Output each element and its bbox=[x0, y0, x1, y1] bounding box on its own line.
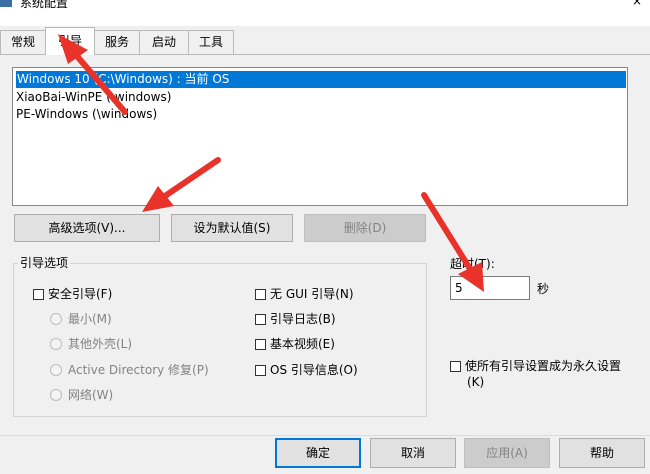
safe-boot-label: 安全引导(F) bbox=[48, 287, 113, 301]
footer-divider bbox=[0, 435, 650, 436]
checkbox-box[interactable] bbox=[255, 365, 266, 376]
timeout-label: 超时(T): bbox=[450, 257, 495, 271]
tab-boot[interactable]: 引导 bbox=[45, 27, 95, 55]
radio-button[interactable] bbox=[50, 389, 62, 401]
close-icon[interactable]: × bbox=[632, 0, 642, 8]
checkbox-box[interactable] bbox=[33, 289, 44, 300]
list-item-xiaobai-winpe[interactable]: XiaoBai-WinPE (\windows) bbox=[16, 89, 171, 106]
timeout-input[interactable]: 5 bbox=[450, 276, 530, 300]
app-icon bbox=[0, 0, 12, 7]
ok-button[interactable]: 确定 bbox=[275, 438, 361, 468]
radio-network-label: 网络(W) bbox=[68, 388, 114, 402]
boot-log-label: 引导日志(B) bbox=[270, 312, 336, 326]
tab-services[interactable]: 服务 bbox=[94, 30, 140, 54]
radio-minimal[interactable]: 最小(M) bbox=[50, 311, 112, 327]
help-button[interactable]: 帮助 bbox=[559, 438, 645, 468]
safe-boot-checkbox[interactable]: 安全引导(F) bbox=[33, 286, 112, 302]
cancel-button[interactable]: 取消 bbox=[370, 438, 456, 468]
os-boot-info-checkbox[interactable]: OS 引导信息(O) bbox=[255, 362, 358, 378]
os-boot-info-label: OS 引导信息(O) bbox=[270, 363, 358, 377]
no-gui-boot-label: 无 GUI 引导(N) bbox=[270, 287, 354, 301]
boot-log-checkbox[interactable]: 引导日志(B) bbox=[255, 311, 336, 327]
radio-ad-repair-label: Active Directory 修复(P) bbox=[68, 363, 209, 377]
make-permanent-shortcut: (K) bbox=[467, 375, 485, 389]
make-permanent-label: 使所有引导设置成为永久设置 bbox=[465, 359, 622, 373]
tab-general[interactable]: 常规 bbox=[0, 30, 46, 54]
radio-network[interactable]: 网络(W) bbox=[50, 387, 113, 403]
radio-alternate-shell[interactable]: 其他外壳(L) bbox=[50, 336, 132, 352]
checkbox-box[interactable] bbox=[255, 314, 266, 325]
make-permanent-checkbox[interactable]: 使所有引导设置成为永久设置 bbox=[450, 358, 621, 374]
checkbox-box[interactable] bbox=[450, 361, 461, 372]
advanced-options-button[interactable]: 高级选项(V)... bbox=[14, 214, 160, 242]
radio-alternate-shell-label: 其他外壳(L) bbox=[68, 337, 133, 351]
window-title: 系统配置 bbox=[20, 0, 69, 10]
set-default-button[interactable]: 设为默认值(S) bbox=[171, 214, 293, 242]
radio-button[interactable] bbox=[50, 313, 62, 325]
radio-button[interactable] bbox=[50, 338, 62, 350]
apply-button[interactable]: 应用(A) bbox=[464, 438, 550, 468]
delete-button[interactable]: 删除(D) bbox=[304, 214, 426, 242]
title-bar bbox=[0, 0, 650, 26]
os-list[interactable]: Windows 10 (C:\Windows) : 当前 OS XiaoBai-… bbox=[12, 67, 628, 206]
radio-active-directory-repair[interactable]: Active Directory 修复(P) bbox=[50, 362, 209, 378]
base-video-checkbox[interactable]: 基本视频(E) bbox=[255, 336, 335, 352]
base-video-label: 基本视频(E) bbox=[270, 337, 335, 351]
list-item-pe-windows[interactable]: PE-Windows (\windows) bbox=[16, 106, 157, 123]
tab-tools[interactable]: 工具 bbox=[188, 30, 234, 54]
radio-minimal-label: 最小(M) bbox=[68, 312, 112, 326]
checkbox-box[interactable] bbox=[255, 289, 266, 300]
tab-startup[interactable]: 启动 bbox=[139, 30, 189, 54]
radio-button[interactable] bbox=[50, 364, 62, 376]
list-item-windows10[interactable]: Windows 10 (C:\Windows) : 当前 OS bbox=[16, 71, 626, 88]
boot-options-label: 引导选项 bbox=[18, 254, 71, 271]
no-gui-boot-checkbox[interactable]: 无 GUI 引导(N) bbox=[255, 286, 354, 302]
checkbox-box[interactable] bbox=[255, 339, 266, 350]
timeout-unit: 秒 bbox=[537, 282, 550, 296]
